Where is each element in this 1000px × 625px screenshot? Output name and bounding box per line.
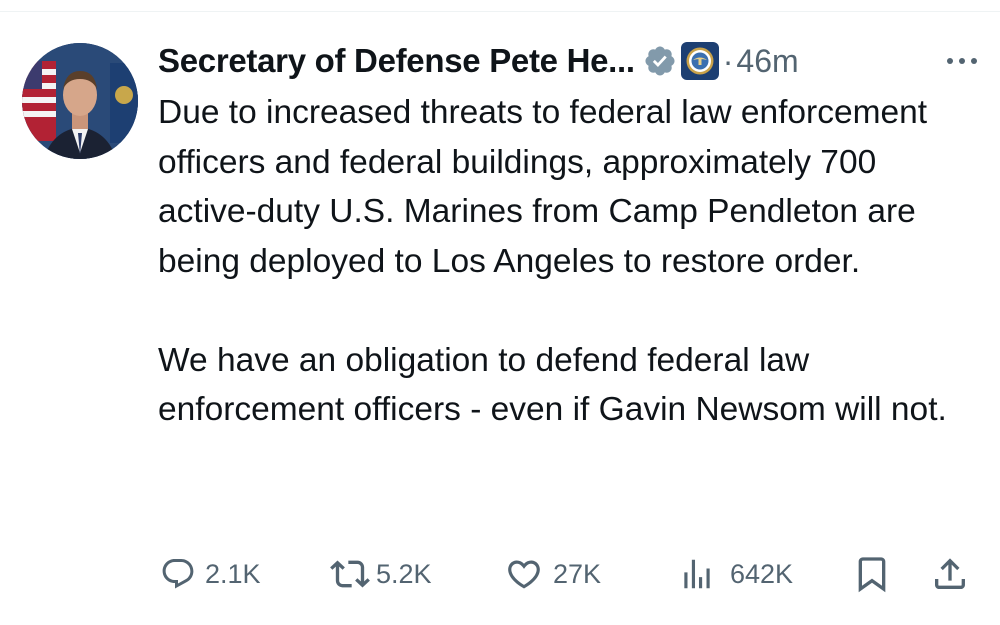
verified-badge-icon[interactable] xyxy=(643,44,677,78)
share-button[interactable] xyxy=(930,548,970,600)
reply-button[interactable]: 2.1K xyxy=(160,548,261,600)
avatar[interactable] xyxy=(22,43,138,159)
views-chart-icon xyxy=(678,555,716,593)
post-text: Due to increased threats to federal law … xyxy=(158,88,978,435)
share-icon xyxy=(930,554,970,594)
post-paragraph-2: We have an obligation to defend federal … xyxy=(158,341,947,429)
bookmark-button[interactable] xyxy=(852,548,892,600)
views-count: 642K xyxy=(730,558,794,589)
reply-count: 2.1K xyxy=(205,558,261,589)
department-of-defense-seal-icon[interactable] xyxy=(680,42,719,80)
post-timestamp[interactable]: 46m xyxy=(736,43,798,80)
reply-icon xyxy=(160,556,196,592)
header-separator: · xyxy=(722,42,734,79)
top-divider xyxy=(0,11,1000,12)
more-options-icon[interactable] xyxy=(936,38,988,84)
post-header: Secretary of Defense Pete He... · 46m xyxy=(158,38,988,84)
like-button[interactable]: 27K xyxy=(505,548,601,600)
heart-icon xyxy=(505,555,543,593)
like-count: 27K xyxy=(553,558,602,589)
repost-count: 5.2K xyxy=(376,558,432,589)
views-button[interactable]: 642K xyxy=(678,548,793,600)
post-paragraph-1: Due to increased threats to federal law … xyxy=(158,94,928,280)
bookmark-icon xyxy=(852,554,892,594)
repost-button[interactable]: 5.2K xyxy=(330,548,432,600)
repost-icon xyxy=(330,554,370,594)
post-action-bar: 2.1K 5.2K 27K 642K xyxy=(0,548,1000,600)
author-display-name[interactable]: Secretary of Defense Pete He... xyxy=(158,42,635,80)
